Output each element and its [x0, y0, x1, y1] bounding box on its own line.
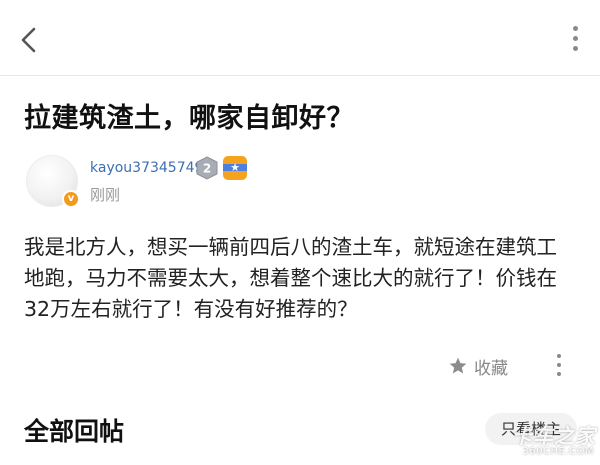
medal-icon: ★: [223, 156, 247, 180]
post-timestamp: 刚刚: [90, 186, 121, 204]
vertical-dots-icon: [572, 26, 578, 31]
level-number: 2: [203, 162, 211, 176]
level-badge: 2: [196, 156, 218, 180]
dot: [572, 36, 578, 41]
top-navigation-bar: [0, 0, 600, 76]
replies-section-title: 全部回帖: [24, 417, 125, 446]
dot: [557, 372, 561, 376]
verified-badge: v: [62, 190, 80, 208]
vertical-dots-icon: [557, 354, 561, 358]
avatar[interactable]: v: [26, 155, 80, 208]
favorite-label: 收藏: [474, 358, 508, 379]
back-button[interactable]: [16, 24, 44, 56]
watermark-domain: 360CHE.COM: [522, 446, 594, 457]
watermark: 卡车之家 360CHE.COM: [508, 420, 596, 462]
dot: [572, 46, 578, 51]
author-username[interactable]: kayou37345749: [90, 160, 203, 176]
watermark-logo-text: 卡车之家: [512, 424, 596, 448]
post-more-button[interactable]: [554, 354, 564, 380]
favorite-button[interactable]: 收藏: [448, 352, 508, 380]
post-title: 拉建筑渣土，哪家自卸好？: [24, 103, 354, 134]
dot: [557, 363, 561, 367]
more-options-button[interactable]: [570, 26, 580, 56]
chevron-left-icon: [21, 27, 36, 53]
post-body: 我是北方人，想买一辆前四后八的渣土车，就短途在建筑工地跑，马力不需要太大，想着整…: [24, 235, 557, 321]
medal-star: ★: [230, 161, 240, 174]
star-icon: [449, 357, 467, 374]
post-actions: 收藏: [0, 348, 600, 384]
